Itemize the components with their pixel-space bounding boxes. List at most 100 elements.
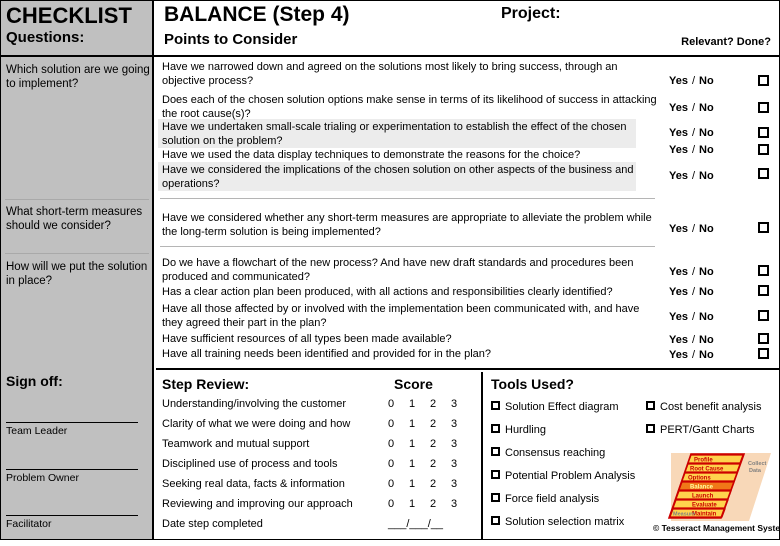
tool-checkbox-item[interactable]: Force field analysis	[491, 492, 599, 506]
done-checkbox[interactable]	[758, 310, 769, 321]
yes-no-control[interactable]: Yes / No	[669, 170, 714, 182]
page-header: CHECKLIST Questions: BALANCE (Step 4) Po…	[1, 1, 779, 57]
yes-no-control[interactable]: Yes / No	[669, 102, 714, 114]
tool-checkbox-item[interactable]: Solution Effect diagram	[491, 400, 619, 414]
header-right-panel: BALANCE (Step 4) Points to Consider Proj…	[156, 1, 779, 55]
score-option-1[interactable]: 1	[409, 497, 430, 511]
yes-label[interactable]: Yes	[669, 170, 688, 182]
no-label[interactable]: No	[699, 127, 714, 139]
score-option-0[interactable]: 0	[388, 417, 409, 431]
date-completed-field[interactable]: ___/___/__	[388, 518, 443, 530]
yes-label[interactable]: Yes	[669, 286, 688, 298]
score-option-2[interactable]: 2	[430, 397, 451, 411]
tool-checkbox[interactable]	[491, 470, 500, 479]
yes-no-control[interactable]: Yes / No	[669, 334, 714, 346]
yes-label[interactable]: Yes	[669, 266, 688, 278]
done-checkbox[interactable]	[758, 348, 769, 359]
no-label[interactable]: No	[699, 349, 714, 361]
score-option-3[interactable]: 3	[451, 437, 472, 451]
tool-checkbox-item[interactable]: Potential Problem Analysis	[491, 469, 635, 483]
score-option-1[interactable]: 1	[409, 457, 430, 471]
score-option-0[interactable]: 0	[388, 477, 409, 491]
score-option-1[interactable]: 1	[409, 397, 430, 411]
score-option-0[interactable]: 0	[388, 437, 409, 451]
yes-no-slash: /	[691, 102, 696, 114]
review-item-label: Teamwork and mutual support	[162, 438, 310, 450]
done-checkbox[interactable]	[758, 144, 769, 155]
group-separator-1	[160, 198, 655, 199]
review-score-options[interactable]: 0123	[388, 497, 472, 511]
done-checkbox[interactable]	[758, 127, 769, 138]
tool-checkbox-item[interactable]: Solution selection matrix	[491, 515, 624, 529]
no-label[interactable]: No	[699, 75, 714, 87]
yes-no-control[interactable]: Yes / No	[669, 286, 714, 298]
done-checkbox[interactable]	[758, 285, 769, 296]
yes-label[interactable]: Yes	[669, 349, 688, 361]
yes-no-control[interactable]: Yes / No	[669, 266, 714, 278]
tool-checkbox[interactable]	[491, 493, 500, 502]
yes-label[interactable]: Yes	[669, 334, 688, 346]
tool-checkbox-item[interactable]: Cost benefit analysis	[646, 400, 762, 414]
score-option-2[interactable]: 2	[430, 417, 451, 431]
no-label[interactable]: No	[699, 311, 714, 323]
tool-checkbox[interactable]	[491, 401, 500, 410]
score-option-3[interactable]: 3	[451, 477, 472, 491]
score-option-3[interactable]: 3	[451, 417, 472, 431]
tool-checkbox-item[interactable]: Consensus reaching	[491, 446, 605, 460]
yes-label[interactable]: Yes	[669, 102, 688, 114]
done-checkbox[interactable]	[758, 75, 769, 86]
yes-label[interactable]: Yes	[669, 127, 688, 139]
review-score-options[interactable]: 0123	[388, 417, 472, 431]
yes-no-control[interactable]: Yes / No	[669, 144, 714, 156]
logo-step-label-root-cause: Root Cause	[690, 467, 724, 473]
tool-checkbox-item[interactable]: Hurdling	[491, 423, 546, 437]
no-label[interactable]: No	[699, 102, 714, 114]
score-option-2[interactable]: 2	[430, 457, 451, 471]
done-checkbox[interactable]	[758, 102, 769, 113]
no-label[interactable]: No	[699, 223, 714, 235]
score-option-3[interactable]: 3	[451, 497, 472, 511]
score-option-2[interactable]: 2	[430, 437, 451, 451]
score-option-0[interactable]: 0	[388, 497, 409, 511]
yes-no-control[interactable]: Yes / No	[669, 75, 714, 87]
review-score-options[interactable]: 0123	[388, 457, 472, 471]
yes-label[interactable]: Yes	[669, 144, 688, 156]
yes-label[interactable]: Yes	[669, 223, 688, 235]
done-checkbox[interactable]	[758, 222, 769, 233]
score-option-0[interactable]: 0	[388, 457, 409, 471]
score-option-2[interactable]: 2	[430, 477, 451, 491]
score-option-3[interactable]: 3	[451, 397, 472, 411]
yes-no-control[interactable]: Yes / No	[669, 127, 714, 139]
tool-checkbox[interactable]	[491, 516, 500, 525]
tool-checkbox[interactable]	[491, 447, 500, 456]
yes-label[interactable]: Yes	[669, 75, 688, 87]
yes-no-control[interactable]: Yes / No	[669, 311, 714, 323]
review-score-options[interactable]: 0123	[388, 477, 472, 491]
no-label[interactable]: No	[699, 170, 714, 182]
tool-label: Consensus reaching	[505, 447, 606, 459]
score-option-2[interactable]: 2	[430, 497, 451, 511]
yes-no-control[interactable]: Yes / No	[669, 349, 714, 361]
sidebar-question-3: How will we put the solution in place?	[6, 261, 148, 287]
tool-checkbox[interactable]	[646, 424, 655, 433]
review-score-options[interactable]: 0123	[388, 437, 472, 451]
done-checkbox[interactable]	[758, 333, 769, 344]
no-label[interactable]: No	[699, 286, 714, 298]
done-checkbox[interactable]	[758, 265, 769, 276]
score-option-1[interactable]: 1	[409, 437, 430, 451]
tool-checkbox[interactable]	[646, 401, 655, 410]
no-label[interactable]: No	[699, 334, 714, 346]
review-score-options[interactable]: 0123	[388, 397, 472, 411]
tool-checkbox[interactable]	[491, 424, 500, 433]
score-option-1[interactable]: 1	[409, 417, 430, 431]
score-option-3[interactable]: 3	[451, 457, 472, 471]
yes-no-control[interactable]: Yes / No	[669, 223, 714, 235]
score-option-0[interactable]: 0	[388, 397, 409, 411]
tool-checkbox-item[interactable]: PERT/Gantt Charts	[646, 423, 755, 437]
score-option-1[interactable]: 1	[409, 477, 430, 491]
company-logo: Profile Root Cause Options Balance Launc…	[653, 449, 780, 541]
no-label[interactable]: No	[699, 144, 714, 156]
done-checkbox[interactable]	[758, 168, 769, 179]
no-label[interactable]: No	[699, 266, 714, 278]
yes-label[interactable]: Yes	[669, 311, 688, 323]
